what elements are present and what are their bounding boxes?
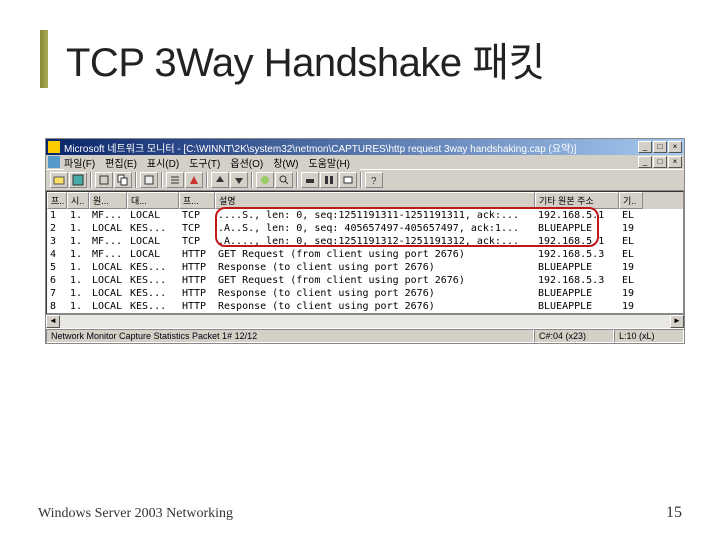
horizontal-scrollbar[interactable]: ◄ ►: [46, 314, 684, 328]
table-row[interactable]: 71.LOCALKES...HTTPResponse (to client us…: [47, 287, 683, 300]
child-close-button[interactable]: ×: [668, 156, 682, 168]
table-row[interactable]: 41.MF...LOCALHTTPGET Request (from clien…: [47, 248, 683, 261]
arrow-down-icon[interactable]: [230, 172, 248, 188]
zoom-icon[interactable]: [275, 172, 293, 188]
table-row[interactable]: 81.LOCALKES...HTTPResponse (to client us…: [47, 300, 683, 313]
menu-help[interactable]: 도움말(H): [309, 155, 350, 170]
btn-13[interactable]: [320, 172, 338, 188]
col-src[interactable]: 원...: [89, 192, 127, 209]
status-left: Network Monitor Capture Statistics Packe…: [46, 329, 534, 343]
statusbar: Network Monitor Capture Statistics Packe…: [46, 328, 684, 343]
help-icon[interactable]: ?: [365, 172, 383, 188]
svg-text:?: ?: [371, 176, 377, 186]
col-frame[interactable]: 프..: [47, 192, 67, 209]
col-other[interactable]: 기..: [619, 192, 643, 209]
col-addr[interactable]: 기타 원본 주소: [535, 192, 619, 209]
status-right: L:10 (xL): [614, 329, 684, 343]
copy-icon[interactable]: [114, 172, 132, 188]
close-button[interactable]: ×: [668, 141, 682, 153]
save-icon[interactable]: [69, 172, 87, 188]
table-row[interactable]: 51.LOCALKES...HTTPResponse (to client us…: [47, 261, 683, 274]
packet-grid: 프.. 시.. 원... 대... 프... 설명 기타 원본 주소 기.. 1…: [46, 191, 684, 314]
maximize-button[interactable]: □: [653, 141, 667, 153]
menu-display[interactable]: 표시(D): [147, 155, 179, 170]
window-titlebar[interactable]: Microsoft 네트워크 모니터 - [C:\WINNT\2K\system…: [46, 139, 684, 155]
child-minimize-button[interactable]: _: [638, 156, 652, 168]
arrow-up-icon[interactable]: [211, 172, 229, 188]
accent-bar: [40, 30, 48, 88]
col-proto[interactable]: 프...: [179, 192, 215, 209]
scroll-right-icon[interactable]: ►: [670, 315, 684, 328]
menu-tools[interactable]: 도구(T): [189, 155, 220, 170]
menu-edit[interactable]: 편집(E): [105, 155, 137, 170]
scroll-left-icon[interactable]: ◄: [46, 315, 60, 328]
minimize-button[interactable]: _: [638, 141, 652, 153]
menubar: 파일(F) 편집(E) 표시(D) 도구(T) 옵션(O) 창(W) 도움말(H…: [64, 155, 360, 170]
col-dst[interactable]: 대...: [127, 192, 179, 209]
page-number: 15: [666, 504, 682, 522]
slide-title: TCP 3Way Handshake 패킷: [66, 30, 545, 88]
child-maximize-button[interactable]: □: [653, 156, 667, 168]
btn-14[interactable]: [339, 172, 357, 188]
slide-footer: Windows Server 2003 Networking: [38, 506, 233, 522]
col-desc[interactable]: 설명: [215, 192, 535, 209]
netmon-window: Microsoft 네트워크 모니터 - [C:\WINNT\2K\system…: [45, 138, 685, 344]
grid-body[interactable]: 11.MF...LOCALTCP....S., len: 0, seq:1251…: [47, 209, 683, 313]
open-icon[interactable]: [50, 172, 68, 188]
menu-file[interactable]: 파일(F): [64, 155, 95, 170]
app-icon: [48, 141, 60, 153]
btn-10[interactable]: [256, 172, 274, 188]
btn-5[interactable]: [140, 172, 158, 188]
btn-12[interactable]: [301, 172, 319, 188]
btn-3[interactable]: [95, 172, 113, 188]
toolbar: ?: [46, 169, 684, 191]
col-time[interactable]: 시..: [67, 192, 89, 209]
btn-6[interactable]: [166, 172, 184, 188]
window-title: Microsoft 네트워크 모니터 - [C:\WINNT\2K\system…: [64, 140, 638, 155]
menu-window[interactable]: 창(W): [273, 155, 298, 170]
table-row[interactable]: 31.MF...LOCALTCP.A...., len: 0, seq:1251…: [47, 235, 683, 248]
status-mid: C#:04 (x23): [534, 329, 614, 343]
table-row[interactable]: 11.MF...LOCALTCP....S., len: 0, seq:1251…: [47, 209, 683, 222]
menu-options[interactable]: 옵션(O): [230, 155, 263, 170]
doc-icon: [48, 156, 60, 168]
table-row[interactable]: 61.LOCALKES...HTTPGET Request (from clie…: [47, 274, 683, 287]
grid-header: 프.. 시.. 원... 대... 프... 설명 기타 원본 주소 기..: [47, 192, 683, 209]
table-row[interactable]: 21.LOCALKES...TCP.A..S., len: 0, seq: 40…: [47, 222, 683, 235]
btn-7[interactable]: [185, 172, 203, 188]
